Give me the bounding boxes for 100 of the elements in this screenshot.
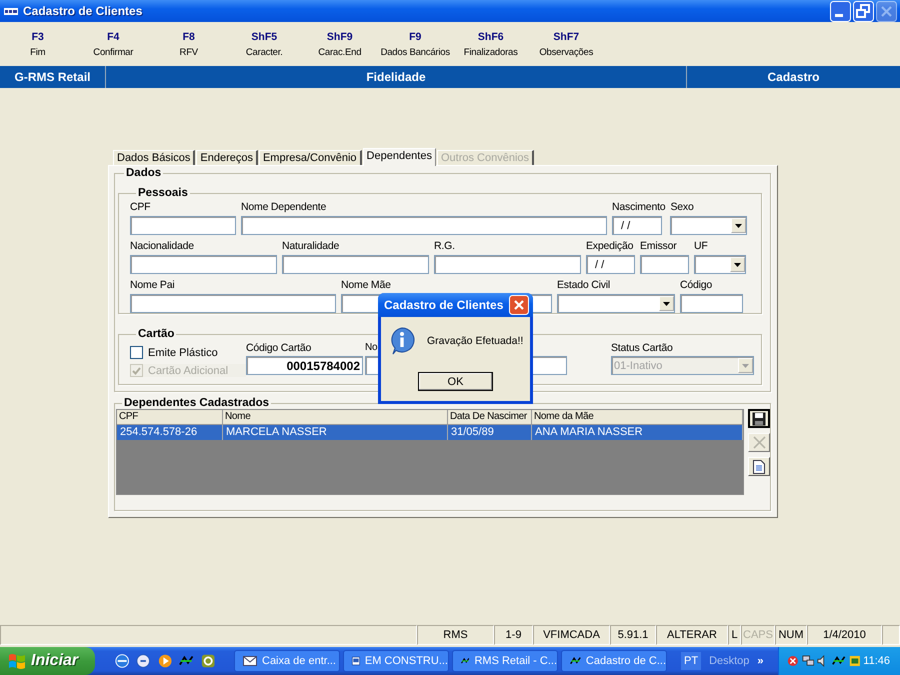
- function-key-button[interactable]: ShF5 Caracter.: [226, 22, 302, 66]
- tab[interactable]: Endereços: [196, 150, 258, 165]
- app-icon: [570, 655, 581, 667]
- status-cell: NUM: [775, 625, 807, 645]
- taskbar-button[interactable]: Caixa de entr...: [234, 650, 340, 672]
- media-player-icon[interactable]: [158, 653, 172, 669]
- taskbar-button[interactable]: RMS Retail - C...: [452, 650, 558, 672]
- dropdown[interactable]: [557, 294, 675, 313]
- field-label: Código Cartão: [246, 341, 312, 356]
- checkbox-label: Emite Plástico: [148, 346, 218, 358]
- start-button[interactable]: Iniciar: [0, 647, 95, 675]
- caret-icon: [742, 364, 749, 368]
- field-label: Emissor: [640, 240, 677, 254]
- column-header[interactable]: Nome: [223, 410, 448, 425]
- status-cell: VFIMCADA: [533, 625, 610, 645]
- chevron-button[interactable]: »: [757, 655, 764, 667]
- tab[interactable]: Dados Básicos: [113, 150, 196, 165]
- field-label: Nome Pai: [130, 279, 175, 293]
- close-button[interactable]: [876, 0, 897, 22]
- date-field[interactable]: / /: [612, 216, 662, 235]
- column-header[interactable]: CPF: [117, 410, 223, 425]
- field-label: Nome Mãe: [341, 279, 391, 293]
- app-icon[interactable]: [179, 655, 194, 667]
- dropdown[interactable]: [670, 216, 748, 235]
- minimize-button[interactable]: [830, 0, 851, 22]
- header-cell-text: Cadastro: [766, 69, 820, 86]
- status-cell: CAPS: [741, 625, 775, 645]
- close-button[interactable]: [509, 295, 529, 315]
- function-key-button[interactable]: F9 Dados Bancários: [378, 22, 453, 66]
- column-header[interactable]: Data De Nascimer: [448, 410, 532, 425]
- status-cell: [882, 625, 900, 645]
- header-cell: Fidelidade: [106, 66, 687, 88]
- dropdown[interactable]: [694, 255, 746, 274]
- field-label: Naturalidade: [282, 240, 340, 254]
- clock: 11:46: [863, 655, 890, 667]
- toolbar-label: Desktop: [709, 655, 750, 667]
- checkbox[interactable]: [130, 346, 143, 359]
- status-cell: L: [728, 625, 741, 645]
- save-icon: [752, 412, 766, 426]
- table-cell: 31/05/89: [448, 425, 532, 440]
- function-key-button[interactable]: F4 Confirmar: [76, 22, 151, 66]
- info-icon: [389, 327, 415, 355]
- status-cell: 5.91.1: [610, 625, 656, 645]
- group-title: Dependentes Cadastrados: [123, 397, 270, 409]
- field-label: Nacionalidade: [130, 240, 194, 254]
- dialog-title: Cadastro de Clientes: [384, 298, 504, 312]
- ok-button[interactable]: OK: [418, 372, 493, 391]
- field-label: Nascimento: [612, 201, 666, 215]
- table-cell: MARCELA NASSER: [223, 425, 448, 440]
- function-key-button[interactable]: F8 RFV: [151, 22, 226, 66]
- envelope-icon: [243, 655, 257, 667]
- new-button[interactable]: [748, 457, 770, 476]
- input-field[interactable]: [282, 255, 429, 274]
- message-text: Gravação Efetuada!!: [427, 335, 524, 347]
- column-header[interactable]: Nome da Mãe: [532, 410, 743, 425]
- document-icon: [753, 460, 765, 474]
- app-logo-icon: [3, 5, 19, 17]
- document-icon: [352, 654, 360, 668]
- input-field[interactable]: [130, 294, 336, 313]
- field-label: Status Cartão: [611, 341, 673, 356]
- input-field[interactable]: [680, 294, 743, 313]
- delete-icon: [752, 436, 766, 449]
- language-indicator[interactable]: PT: [681, 652, 702, 670]
- group-title: Pessoais: [137, 187, 189, 199]
- input-field[interactable]: 00015784002: [246, 356, 363, 375]
- input-field[interactable]: [434, 255, 581, 274]
- field-label: Sexo: [670, 201, 694, 215]
- table-cell: ANA MARIA NASSER: [532, 425, 743, 440]
- table-cell: 254.574.578-26: [117, 425, 223, 440]
- network-icon[interactable]: [802, 654, 814, 668]
- checkbox-label: Cartão Adicional: [148, 364, 228, 376]
- app-icon[interactable]: [832, 655, 846, 667]
- tab[interactable]: Empresa/Convênio: [258, 150, 362, 165]
- alert-icon[interactable]: [787, 654, 799, 668]
- app-icon[interactable]: [200, 653, 216, 669]
- input-field[interactable]: [640, 255, 689, 274]
- function-key-button[interactable]: ShF6 Finalizadoras: [453, 22, 528, 66]
- input-field[interactable]: [241, 216, 607, 235]
- window-title: Cadastro de Clientes: [23, 4, 144, 18]
- date-field[interactable]: / /: [586, 255, 635, 274]
- function-key-button[interactable]: ShF9 Carac.End: [302, 22, 378, 66]
- caret-icon: [663, 302, 670, 306]
- table-row[interactable]: 254.574.578-26 MARCELA NASSER 31/05/89 ANA MARIA NASSER: [117, 425, 743, 440]
- field-label: No: [365, 341, 378, 355]
- tab[interactable]: Dependentes: [362, 148, 436, 166]
- input-field[interactable]: [130, 255, 277, 274]
- function-key-button[interactable]: ShF7 Observações: [528, 22, 604, 66]
- field-label: Nome Dependente: [241, 201, 326, 215]
- restore-button[interactable]: [853, 0, 874, 22]
- status-cell: 1-9: [494, 625, 533, 645]
- status-cell: RMS: [417, 625, 494, 645]
- windows-flag-icon: [8, 653, 26, 669]
- function-key-button[interactable]: F3 Fim: [0, 22, 76, 66]
- field-label: Estado Civil: [557, 279, 610, 293]
- header-cell: G-RMS Retail: [0, 66, 106, 88]
- input-field[interactable]: [130, 216, 236, 235]
- save-button[interactable]: [748, 409, 770, 428]
- caret-icon: [735, 224, 742, 228]
- taskbar-button[interactable]: Cadastro de C...: [561, 650, 667, 672]
- taskbar-button[interactable]: EM CONSTRU...: [343, 650, 449, 672]
